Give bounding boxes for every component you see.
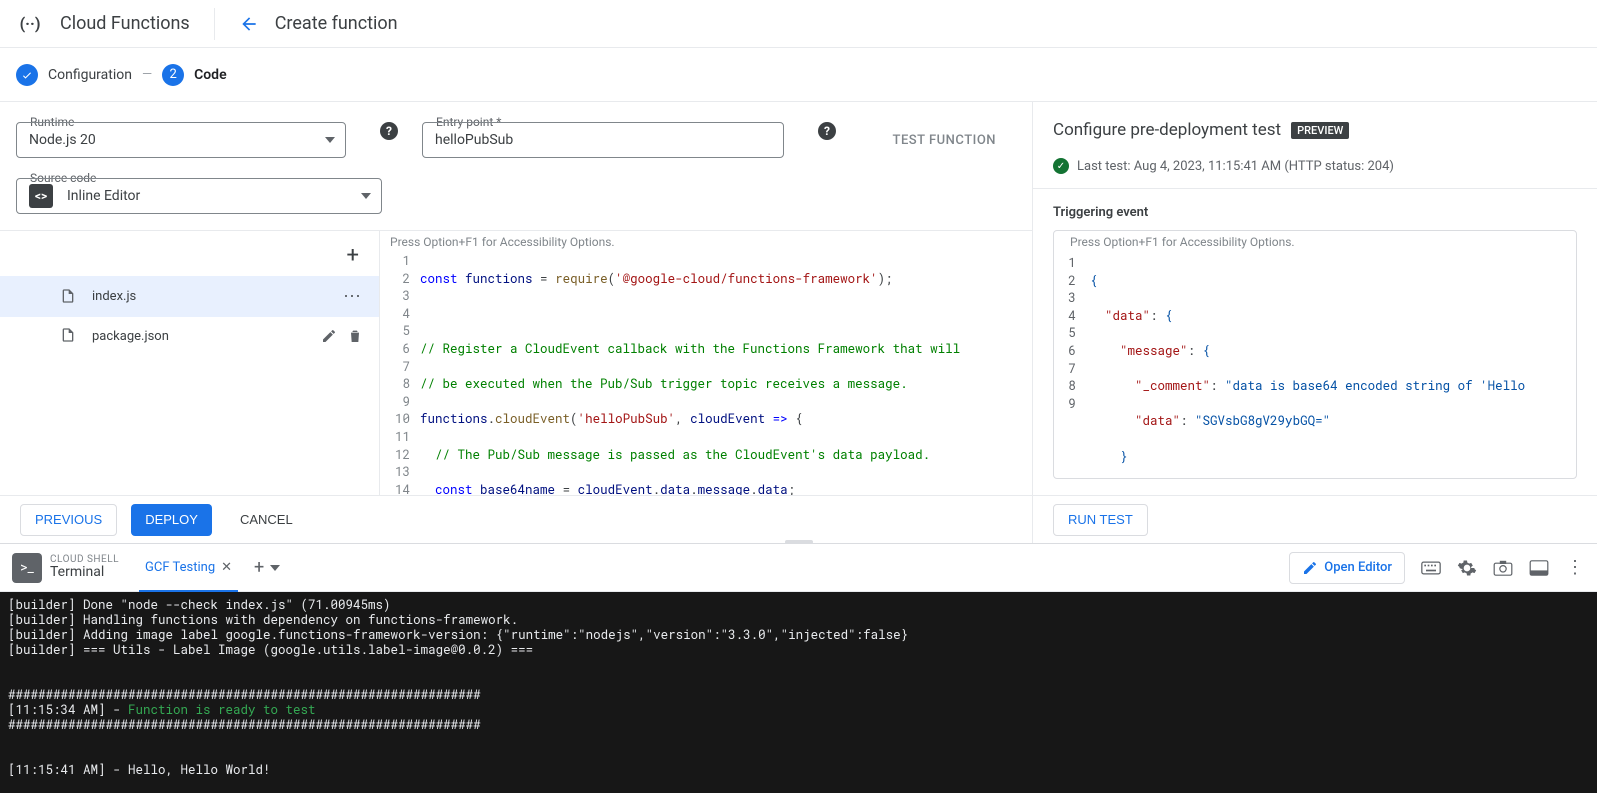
shell-icon[interactable]: >_ <box>12 553 42 583</box>
file-name: package.json <box>92 329 169 344</box>
edit-icon[interactable] <box>321 328 337 344</box>
runtime-help-icon[interactable]: ? <box>380 122 398 140</box>
back-arrow-icon[interactable] <box>239 14 259 34</box>
right-header: Configure pre-deployment test PREVIEW <box>1033 102 1597 152</box>
runtime-select[interactable]: Node.js 20 <box>16 122 346 158</box>
delete-icon[interactable] <box>347 328 363 344</box>
add-file-icon[interactable]: + <box>347 243 359 268</box>
code-editor[interactable]: Press Option+F1 for Accessibility Option… <box>380 231 1032 495</box>
keyboard-icon[interactable] <box>1421 558 1441 578</box>
service-name: Cloud Functions <box>60 13 190 34</box>
accessibility-hint: Press Option+F1 for Accessibility Option… <box>380 231 1032 253</box>
terminal-output[interactable]: [builder] Done "node --check index.js" (… <box>0 592 1597 793</box>
json-accessibility-hint: Press Option+F1 for Accessibility Option… <box>1054 231 1576 253</box>
more-icon[interactable]: ⋮ <box>1565 558 1585 578</box>
entry-input[interactable]: helloPubSub <box>422 122 784 158</box>
terminal-label[interactable]: Terminal <box>50 565 119 580</box>
step-separator: — <box>142 67 152 82</box>
gear-icon[interactable] <box>1457 558 1477 578</box>
deploy-button[interactable]: DEPLOY <box>131 504 212 536</box>
svg-text:(··): (··) <box>20 14 41 33</box>
terminal-tab[interactable]: GCF Testing ✕ <box>139 545 238 592</box>
file-name: index.js <box>92 289 136 304</box>
close-tab-icon[interactable]: ✕ <box>221 560 232 575</box>
stepper-bar: Configuration — 2 Code <box>0 48 1597 102</box>
file-icon <box>60 288 78 306</box>
trigger-label: Triggering event <box>1053 205 1577 220</box>
app-header: (··) Cloud Functions Create function <box>0 0 1597 48</box>
source-row: Source code <> Inline Editor <box>0 170 1032 226</box>
dock-header: >_ CLOUD SHELL Terminal GCF Testing ✕ + … <box>0 544 1597 592</box>
service-icon: (··) <box>16 10 44 38</box>
entry-field: Entry point * helloPubSub <box>422 122 784 158</box>
source-select[interactable]: <> Inline Editor <box>16 178 382 214</box>
json-gutter: 123456789 <box>1054 255 1090 478</box>
popout-icon[interactable] <box>1529 558 1549 578</box>
left-actions: PREVIOUS DEPLOY CANCEL <box>0 495 1032 543</box>
camera-icon[interactable] <box>1493 558 1513 578</box>
last-test-text: Last test: Aug 4, 2023, 11:15:41 AM (HTT… <box>1077 159 1394 174</box>
form-row: Runtime Node.js 20 ? Entry point * hello… <box>0 102 1032 170</box>
entry-help-icon[interactable]: ? <box>818 122 836 140</box>
right-actions: RUN TEST <box>1033 495 1597 543</box>
page-title: Create function <box>275 13 398 34</box>
main-area: Runtime Node.js 20 ? Entry point * hello… <box>0 102 1597 543</box>
previous-button[interactable]: PREVIOUS <box>20 504 117 536</box>
chevron-down-icon <box>361 193 371 199</box>
preview-badge: PREVIEW <box>1291 122 1349 139</box>
pencil-icon <box>1302 560 1318 576</box>
step2-circle[interactable]: 2 <box>162 64 184 86</box>
open-editor-button[interactable]: Open Editor <box>1289 552 1405 584</box>
cloud-shell-dock: >_ CLOUD SHELL Terminal GCF Testing ✕ + … <box>0 543 1597 793</box>
code-pane: Runtime Node.js 20 ? Entry point * hello… <box>0 102 1033 543</box>
file-item-package[interactable]: package.json <box>0 317 379 355</box>
step1-label[interactable]: Configuration <box>48 67 132 83</box>
resize-handle[interactable] <box>785 540 813 544</box>
code-icon: <> <box>29 184 53 208</box>
json-content[interactable]: { "data": { "message": { "_comment": "da… <box>1090 255 1576 478</box>
step2-label: Code <box>194 67 227 83</box>
chevron-down-icon <box>325 137 335 143</box>
cancel-button[interactable]: CANCEL <box>226 504 307 536</box>
last-test-row: ✓ Last test: Aug 4, 2023, 11:15:41 AM (H… <box>1033 152 1597 189</box>
step-done-icon[interactable] <box>16 64 38 86</box>
divider <box>214 8 215 40</box>
line-gutter: 123456789101112131415 <box>380 253 420 495</box>
json-editor[interactable]: Press Option+F1 for Accessibility Option… <box>1053 230 1577 479</box>
file-icon <box>60 327 78 345</box>
editor-row: + index.js ⋯ package.json Press Option+F… <box>0 230 1032 495</box>
run-test-button[interactable]: RUN TEST <box>1053 504 1148 536</box>
file-list: + index.js ⋯ package.json <box>0 231 380 495</box>
file-more-icon[interactable]: ⋯ <box>343 286 363 307</box>
file-item-index[interactable]: index.js ⋯ <box>0 276 379 317</box>
code-content[interactable]: const functions = require('@google-cloud… <box>420 253 1032 495</box>
tab-dropdown-icon[interactable] <box>270 565 280 571</box>
right-title: Configure pre-deployment test <box>1053 120 1281 140</box>
runtime-field: Runtime Node.js 20 <box>16 122 346 158</box>
new-tab-icon[interactable]: + <box>254 557 264 578</box>
success-icon: ✓ <box>1053 158 1069 174</box>
test-function-button[interactable]: TEST FUNCTION <box>873 133 1016 148</box>
test-pane: Configure pre-deployment test PREVIEW ✓ … <box>1033 102 1597 543</box>
right-body: Triggering event Press Option+F1 for Acc… <box>1033 189 1597 495</box>
